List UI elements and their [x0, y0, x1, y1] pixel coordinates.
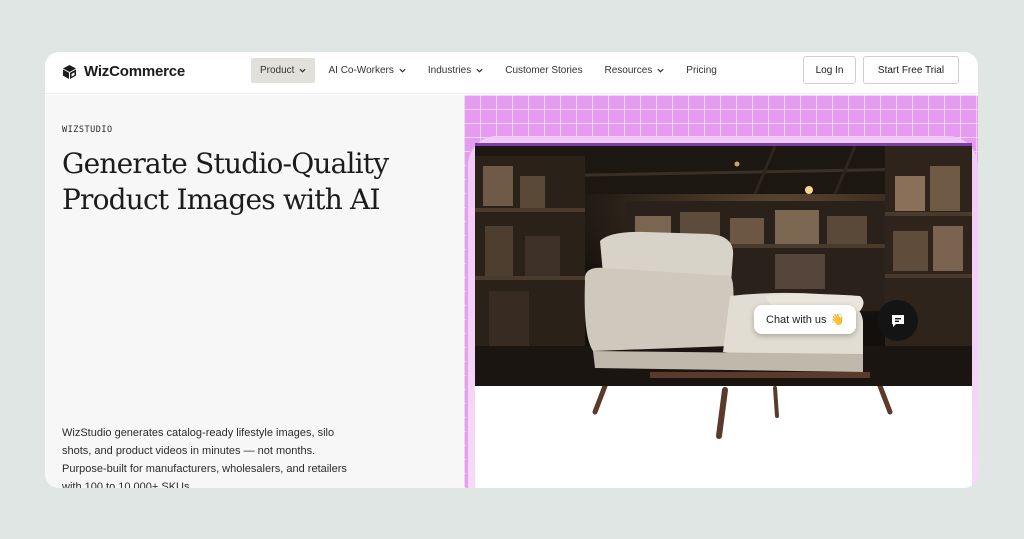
hero-description: WizStudio generates catalog-ready lifest… — [62, 427, 347, 488]
nav-item-label: Product — [260, 65, 295, 76]
login-button[interactable]: Log In — [803, 56, 856, 84]
chair-legs-image — [592, 383, 893, 439]
hero-headline: Generate Studio-Quality Product Images w… — [62, 146, 462, 218]
logo[interactable]: WizCommerce — [62, 63, 185, 80]
logo-text: WizCommerce — [84, 63, 186, 80]
chevron-down-icon — [299, 68, 307, 73]
chat-bubble-icon — [891, 314, 904, 327]
chat-open-button[interactable] — [877, 300, 918, 341]
chevron-down-icon — [657, 68, 664, 73]
nav-item-label: Industries — [427, 65, 472, 76]
nav-item-label: Customer Stories — [505, 65, 583, 76]
site-header: WizCommerce Product AI Co-Workers Indust… — [45, 52, 978, 94]
nav-item-pricing[interactable]: Pricing — [677, 58, 726, 83]
logo-cube-icon — [63, 64, 76, 79]
start-free-trial-button[interactable]: Start Free Trial — [863, 56, 959, 84]
headline-line-2: Product Images with AI — [62, 183, 381, 216]
chat-with-us-pill[interactable]: Chat with us 👋 — [754, 305, 857, 334]
main-nav: Product AI Co-Workers Industries Custome… — [251, 58, 730, 83]
chevron-down-icon — [399, 68, 406, 73]
eyebrow-label: WIZSTUDIO — [62, 125, 113, 135]
headline-line-1: Generate Studio-Quality — [62, 147, 389, 180]
warehouse-photo — [475, 146, 972, 386]
nav-item-customer-stories[interactable]: Customer Stories — [496, 58, 591, 83]
hero-media-pane — [464, 95, 978, 488]
nav-item-label: Pricing — [686, 65, 717, 76]
waving-hand-icon: 👋 — [830, 314, 845, 326]
browser-window: WizCommerce Product AI Co-Workers Indust… — [45, 52, 978, 488]
nav-item-product[interactable]: Product — [251, 58, 316, 83]
nav-item-ai-co-workers[interactable]: AI Co-Workers — [319, 58, 414, 83]
nav-item-label: AI Co-Workers — [328, 65, 394, 76]
warehouse-scene-image — [475, 146, 972, 386]
white-floor — [475, 383, 972, 488]
chevron-down-icon — [476, 68, 483, 73]
hero-left-pane: WIZSTUDIO Generate Studio-Quality Produc… — [45, 95, 464, 488]
nav-item-label: Resources — [604, 65, 653, 76]
nav-item-resources[interactable]: Resources — [595, 58, 673, 83]
chat-label: Chat with us — [766, 313, 827, 326]
nav-item-industries[interactable]: Industries — [419, 58, 492, 83]
